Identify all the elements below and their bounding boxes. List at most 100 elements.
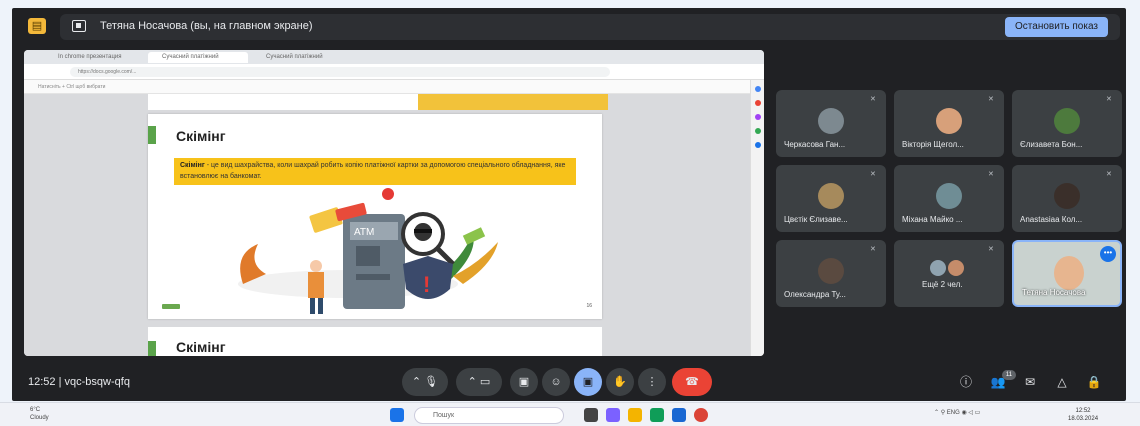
slide-page: Скімінг Скімінг - це вид шахрайства, кол…	[148, 114, 602, 319]
avatar	[1054, 183, 1080, 209]
start-icon[interactable]	[390, 408, 404, 422]
mic-off-icon: ✕	[870, 171, 876, 178]
meet-window: ▤ Тетяна Носачова (вы, на главном экране…	[12, 8, 1126, 401]
chat-icon[interactable]: ✉	[1020, 372, 1040, 392]
language-indicator: ENG	[946, 410, 960, 416]
share-banner: Тетяна Носачова (вы, на главном экране) …	[60, 14, 1120, 40]
avatar	[1054, 108, 1080, 134]
present-button[interactable]: ▣	[574, 368, 602, 396]
presentation-icon: ▤	[28, 18, 46, 34]
task-view-icon[interactable]	[584, 408, 598, 422]
url-field[interactable]: https://docs.google.com/...	[70, 67, 610, 77]
mic-off-icon: ✕	[988, 171, 994, 178]
presenting-bar: ▤ Тетяна Носачова (вы, на главном экране…	[12, 8, 1126, 44]
weather-condition: Cloudy	[30, 415, 49, 421]
next-slide-title: Скімінг	[176, 339, 226, 355]
participant-name: Єлизавета Бон...	[1020, 140, 1083, 149]
participant-name: Тетяна Носачова	[1022, 288, 1086, 297]
windows-taskbar: 6°C Cloudy Пошук ⌃ ⚲ ENG ◉ ◁ ▭ 12:52 18.…	[0, 402, 1140, 426]
participant-tile[interactable]: ✕ Anastasiaa Кол...	[1012, 165, 1122, 232]
toolbar-hint: Натисніть + Ctrl щоб вибрати	[38, 84, 106, 90]
participant-name: Цвєтік Єлизаве...	[784, 215, 848, 224]
captions-button[interactable]: ▣	[510, 368, 538, 396]
mic-off-icon: ✕	[1106, 171, 1112, 178]
participant-name: Ещё 2 чел.	[922, 280, 963, 289]
meeting-info: 12:52 | vqc-bsqw-qfq	[28, 376, 130, 388]
stop-presenting-button[interactable]: Остановить показ	[1005, 17, 1108, 37]
mic-off-icon: ✕	[870, 96, 876, 103]
participant-tile[interactable]: ✕ Вікторія Щегол...	[894, 90, 1004, 157]
file-explorer-icon[interactable]	[628, 408, 642, 422]
svg-text:!: !	[423, 272, 430, 297]
participant-name: Вікторія Щегол...	[902, 140, 964, 149]
browser-tab[interactable]: Сучасний платіжний	[252, 52, 352, 63]
more-options-icon[interactable]: •••	[1100, 246, 1116, 262]
address-bar: https://docs.google.com/...	[24, 64, 764, 80]
camera-toggle-button[interactable]: ⌃ ▭	[456, 368, 502, 396]
avatar	[818, 183, 844, 209]
participant-tile[interactable]: ✕ Олександра Ту...	[776, 240, 886, 307]
avatar	[936, 108, 962, 134]
chrome-icon[interactable]	[694, 408, 708, 422]
mic-off-icon: ✕	[988, 246, 994, 253]
browser-tab-active[interactable]: Сучасний платіжний	[148, 52, 248, 63]
document-view: Скімінг Скімінг - це вид шахрайства, кол…	[24, 94, 750, 356]
sidebar-icon[interactable]	[755, 128, 761, 134]
avatar	[818, 258, 844, 284]
mic-toggle-button[interactable]: ⌃ 🎙	[402, 368, 448, 396]
host-controls-icon[interactable]: 🔒	[1084, 372, 1104, 392]
participant-name: Олександра Ту...	[784, 290, 846, 299]
shared-screen: In chrome презентация Сучасний платіжний…	[24, 50, 764, 356]
mic-off-icon: ✕	[870, 246, 876, 253]
meeting-time: 12:52	[28, 376, 56, 388]
store-icon[interactable]	[672, 408, 686, 422]
chat-app-icon[interactable]	[606, 408, 620, 422]
desktop: ▤ Тетяна Носачова (вы, на главном экране…	[0, 0, 1140, 426]
illustration	[418, 94, 608, 110]
share-status-text: Тетяна Носачова (вы, на главном экране)	[100, 20, 313, 32]
avatar	[930, 260, 946, 276]
participant-tile[interactable]: ✕ Єлизавета Бон...	[1012, 90, 1122, 157]
avatar	[818, 108, 844, 134]
sidebar-icon[interactable]	[755, 142, 761, 148]
slide-page-previous	[148, 94, 608, 110]
clock-date: 18.03.2024	[1068, 416, 1099, 422]
clock[interactable]: 12:52 18.03.2024	[1068, 407, 1098, 423]
footer-logo	[162, 304, 180, 309]
people-count-badge: 11	[1002, 370, 1016, 380]
sidebar-icon[interactable]	[755, 100, 761, 106]
doc-toolbar: Натисніть + Ctrl щоб вибрати	[24, 80, 764, 94]
browser-tabs: In chrome презентация Сучасний платіжний…	[24, 50, 764, 64]
participant-tile[interactable]: ✕ Цвєтік Єлизаве...	[776, 165, 886, 232]
self-video-tile[interactable]: ••• Тетяна Носачова	[1012, 240, 1122, 307]
taskbar-search[interactable]: Пошук	[414, 407, 564, 424]
raise-hand-button[interactable]: ✋	[606, 368, 634, 396]
skimming-illustration: ATM !	[238, 188, 498, 314]
leave-call-button[interactable]: ☎	[672, 368, 712, 396]
participant-name: Anastasiaa Кол...	[1020, 215, 1083, 224]
info-icon[interactable]: ⓘ	[956, 372, 976, 392]
clock-time: 12:52	[1075, 408, 1091, 414]
weather-widget[interactable]: 6°C Cloudy	[30, 406, 49, 422]
participant-name: Черкасова Ган...	[784, 140, 846, 149]
avatar	[1054, 256, 1084, 290]
more-participants-tile[interactable]: ✕ Ещё 2 чел.	[894, 240, 1004, 307]
accent-bar	[148, 341, 156, 356]
participant-tile[interactable]: ✕ Міхана Майко ...	[894, 165, 1004, 232]
participant-tile[interactable]: ✕ Черкасова Ган...	[776, 90, 886, 157]
weather-temp: 6°C	[30, 407, 41, 413]
edge-icon[interactable]	[650, 408, 664, 422]
activities-icon[interactable]: △	[1052, 372, 1072, 392]
more-options-button[interactable]: ⋮	[638, 368, 666, 396]
meeting-controls: 12:52 | vqc-bsqw-qfq ⌃ 🎙 ⌃ ▭ ▣ ☺ ▣ ✋ ⋮ ☎…	[12, 364, 1126, 401]
sidebar-icon[interactable]	[755, 86, 761, 92]
system-tray[interactable]: ⌃ ⚲ ENG ◉ ◁ ▭	[934, 409, 980, 416]
sidebar-icon[interactable]	[755, 114, 761, 120]
reactions-button[interactable]: ☺	[542, 368, 570, 396]
avatar	[936, 183, 962, 209]
mic-off-icon: ✕	[988, 96, 994, 103]
screen-share-icon	[72, 20, 86, 32]
meeting-code: vqc-bsqw-qfq	[64, 376, 130, 388]
browser-tab[interactable]: In chrome презентация	[44, 52, 144, 63]
mic-off-icon: ✕	[1106, 96, 1112, 103]
